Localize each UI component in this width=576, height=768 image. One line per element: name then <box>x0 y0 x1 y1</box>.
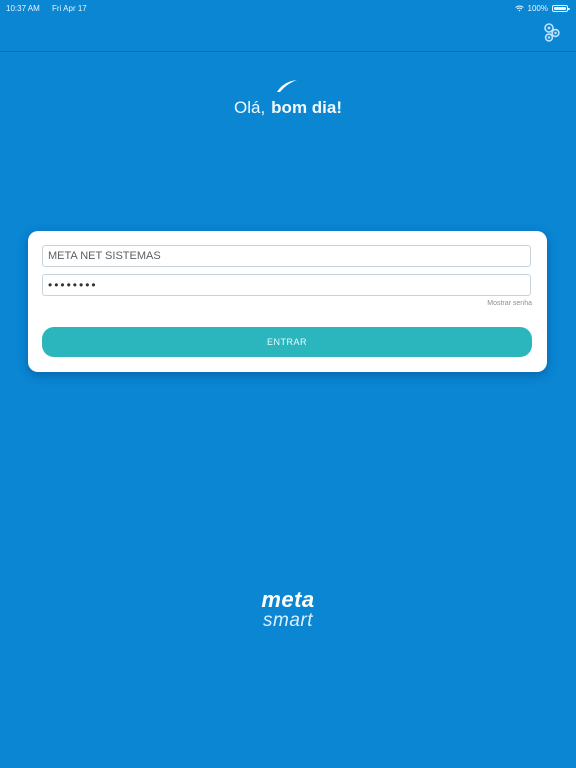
status-left: 10:37 AM Fri Apr 17 <box>6 4 97 13</box>
battery-icon <box>552 5 570 12</box>
login-card: Mostrar senha ENTRAR <box>28 231 547 372</box>
password-input[interactable] <box>42 274 531 296</box>
show-password-link[interactable]: Mostrar senha <box>487 300 532 307</box>
logo-meta-text: meta <box>261 587 315 612</box>
greeting-hello: Olá, <box>233 98 266 117</box>
header-divider <box>0 51 576 52</box>
greeting-good-day: bom dia! <box>271 98 343 117</box>
swoosh-icon <box>277 80 297 92</box>
username-input[interactable] <box>42 245 531 267</box>
enter-button[interactable]: ENTRAR <box>42 327 532 357</box>
greeting: Olá, bom dia! <box>0 98 576 118</box>
logo-smart-text: smart <box>263 610 313 631</box>
settings-button[interactable] <box>540 20 564 44</box>
login-screen: 10:37 AM Fri Apr 17 100% Olá, bom dia! M… <box>0 0 576 768</box>
status-date: Fri Apr 17 <box>52 4 87 13</box>
status-right: 100% <box>514 4 570 13</box>
status-time: 10:37 AM <box>6 4 40 13</box>
wifi-icon <box>514 5 524 12</box>
status-bar: 10:37 AM Fri Apr 17 100% <box>0 0 576 16</box>
meta-smart-logo: meta smart <box>0 587 576 631</box>
gears-icon <box>544 23 560 42</box>
battery-percent: 100% <box>527 4 548 13</box>
